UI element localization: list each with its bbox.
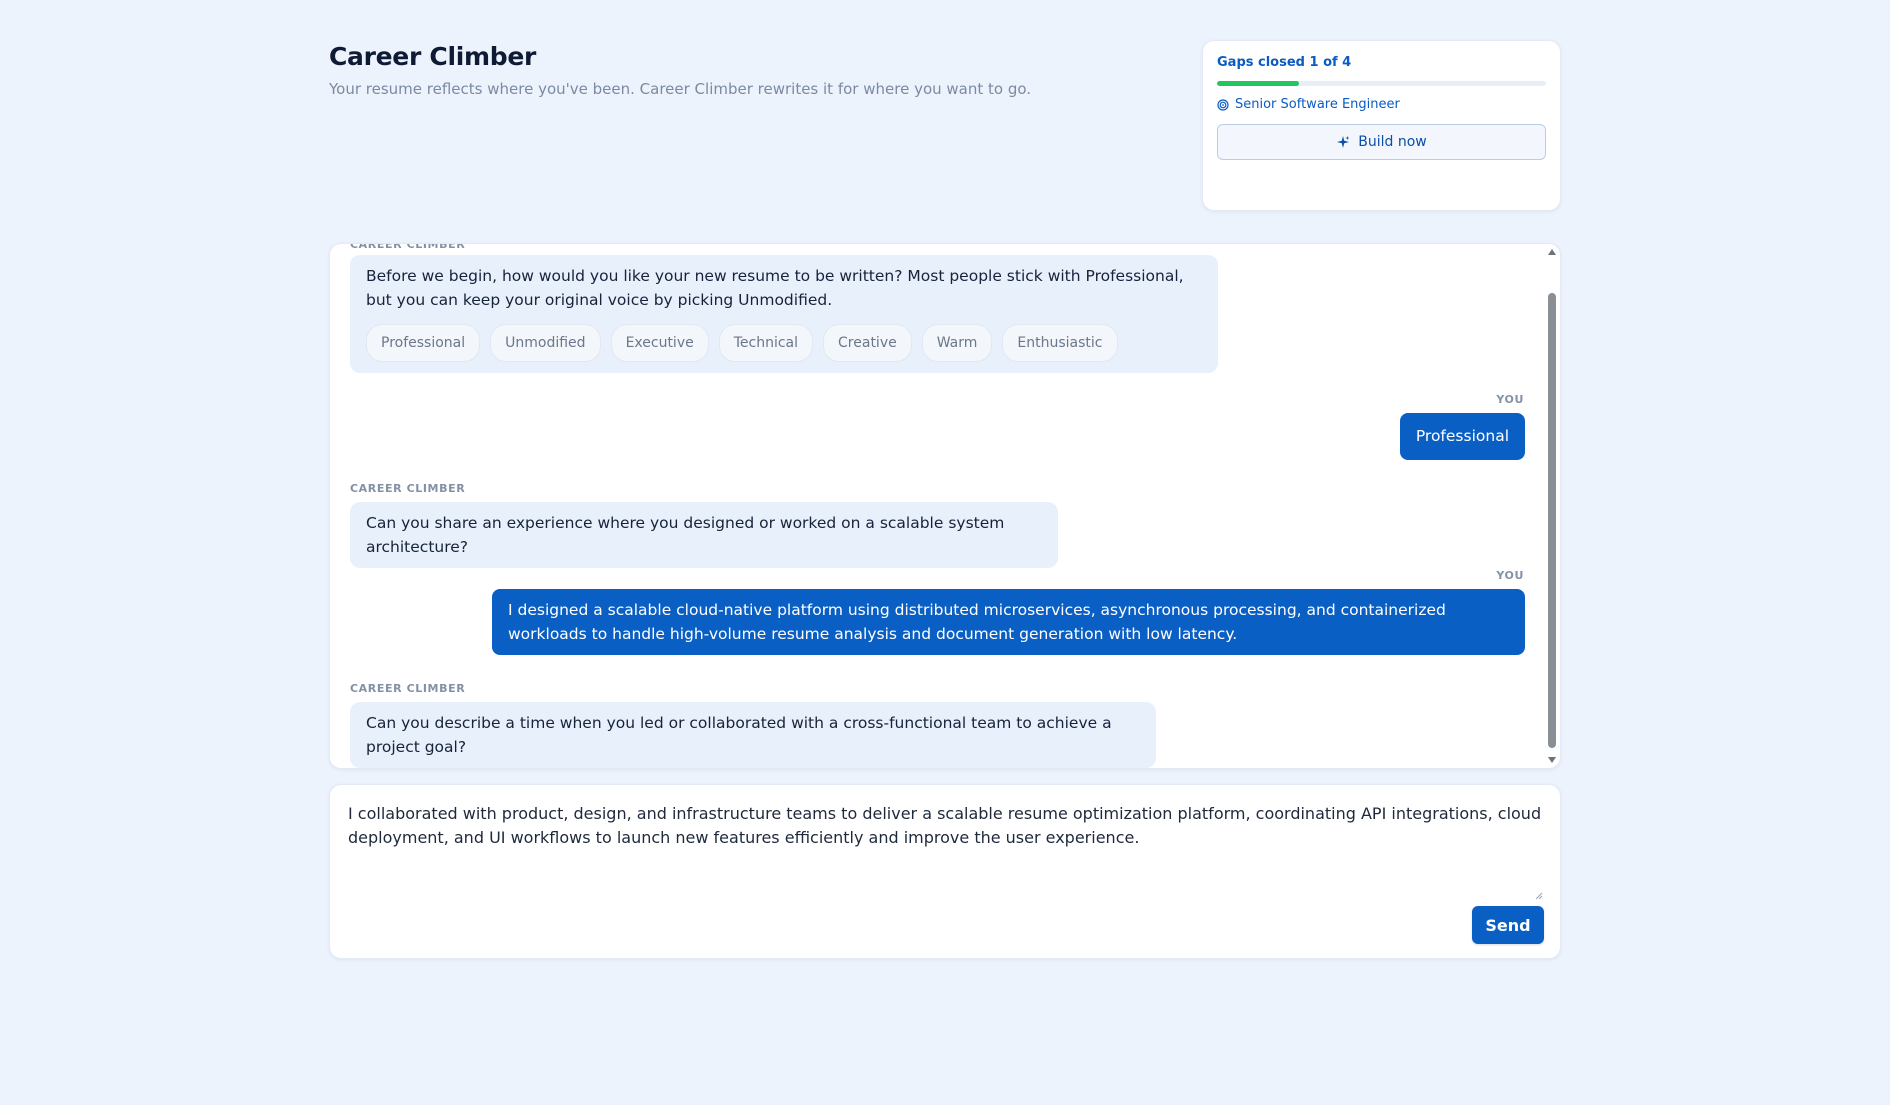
message-sender: YOU [1496,393,1524,406]
bot-message-text: Before we begin, how would you like your… [366,267,1184,309]
build-now-label: Build now [1358,134,1427,150]
tone-option[interactable]: Technical [718,324,814,362]
resize-handle-icon[interactable] [1534,885,1543,900]
user-message: I designed a scalable cloud-native platf… [492,589,1525,655]
chat-scrollbar[interactable] [1547,293,1557,748]
chat-scrollbar-thumb[interactable] [1548,293,1556,748]
app-title: Career Climber [329,42,537,71]
scroll-up-arrow-icon[interactable] [1547,247,1557,257]
message-sender: CAREER CLIMBER [350,243,466,251]
message-sender: CAREER CLIMBER [350,682,466,695]
build-now-button[interactable]: Build now [1217,124,1546,160]
tone-option[interactable]: Executive [610,324,709,362]
gaps-closed-label: Gaps closed 1 of 4 [1217,55,1352,70]
message-input[interactable]: I collaborated with product, design, and… [348,802,1543,882]
chat-transcript[interactable]: CAREER CLIMBER Before we begin, how woul… [329,243,1561,769]
bot-message: Can you describe a time when you led or … [350,702,1156,768]
page-header: Career Climber Your resume reflects wher… [329,42,1031,98]
tone-option[interactable]: Enthusiastic [1002,324,1118,362]
tone-option[interactable]: Creative [823,324,912,362]
sparkle-icon [1336,135,1350,149]
message-sender: YOU [1496,569,1524,582]
gaps-progress-card: Gaps closed 1 of 4 Senior Software Engin… [1202,40,1561,211]
target-role: Senior Software Engineer [1217,97,1546,112]
tone-option[interactable]: Professional [366,324,481,362]
gaps-progress-bar [1217,81,1546,86]
bot-message: Before we begin, how would you like your… [350,255,1218,373]
tone-options: Professional Unmodified Executive Techni… [366,324,1202,362]
gaps-progress-fill [1217,81,1300,86]
app-subtitle: Your resume reflects where you've been. … [329,80,1032,98]
send-button[interactable]: Send [1472,906,1544,944]
composer: I collaborated with product, design, and… [329,784,1561,959]
scroll-down-arrow-icon[interactable] [1547,755,1557,765]
tone-option[interactable]: Unmodified [490,324,601,362]
tone-option[interactable]: Warm [921,324,993,362]
target-role-label: Senior Software Engineer [1235,97,1400,112]
user-message: Professional [1399,413,1525,460]
message-sender: CAREER CLIMBER [350,482,466,495]
bot-message: Can you share an experience where you de… [350,502,1058,568]
target-icon [1217,98,1229,111]
